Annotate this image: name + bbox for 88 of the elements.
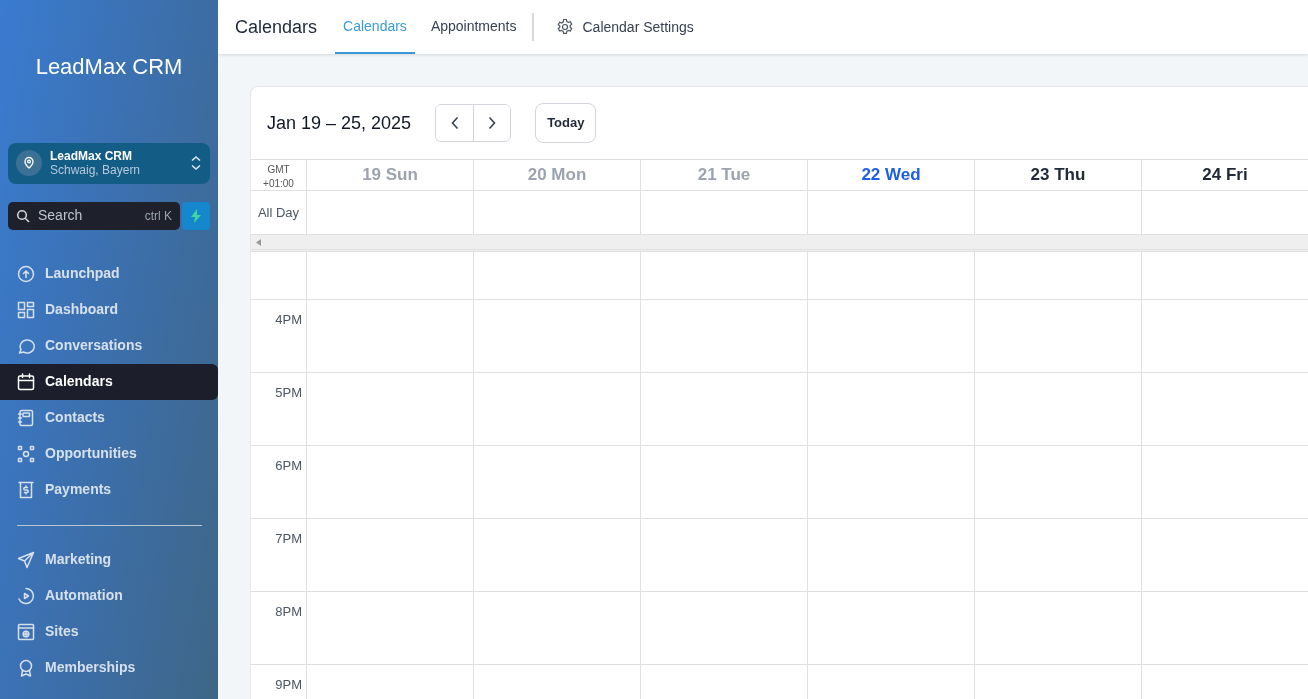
day-header: 22 Wed (808, 159, 975, 191)
day-header: 24 Fri (1142, 159, 1308, 191)
sidebar-item[interactable]: Dashboard (0, 291, 218, 328)
time-slot[interactable] (474, 252, 641, 300)
time-slot[interactable] (641, 373, 808, 446)
sidebar-item[interactable]: Conversations (0, 327, 218, 364)
hour-label: 7PM (251, 519, 307, 592)
hour-label: 5PM (251, 373, 307, 446)
today-button[interactable]: Today (535, 103, 597, 143)
shortcut-hint: ctrl K (144, 207, 172, 225)
lightning-bolt-icon (191, 208, 201, 223)
location-address: Schwaig, Bayern (50, 163, 142, 178)
paper-plane-icon (17, 550, 35, 569)
time-slot[interactable] (474, 446, 641, 519)
time-slot[interactable] (474, 519, 641, 592)
ribbon-icon (17, 658, 35, 677)
time-slot[interactable] (808, 373, 975, 446)
time-slot[interactable] (307, 300, 474, 373)
sidebar-item[interactable]: Automation (0, 577, 218, 614)
quick-action-button[interactable] (182, 201, 210, 230)
time-slot[interactable] (641, 252, 808, 300)
day-header: 19 Sun (307, 159, 474, 191)
hour-label: 9PM (251, 665, 307, 699)
time-slot[interactable] (975, 252, 1142, 300)
tab[interactable]: Calendars (335, 0, 415, 54)
time-slot[interactable] (474, 373, 641, 446)
time-slot[interactable] (808, 592, 975, 665)
upload-circle-icon (17, 264, 35, 283)
chevron-right-icon (488, 116, 497, 130)
hour-label: 8PM (251, 592, 307, 665)
time-slot[interactable] (474, 300, 641, 373)
time-slot[interactable] (307, 446, 474, 519)
time-slot[interactable] (975, 519, 1142, 592)
chevron-up-down-icon (190, 155, 202, 172)
time-slot[interactable] (975, 592, 1142, 665)
calendar-icon (17, 372, 35, 391)
tab[interactable]: Appointments (422, 0, 525, 54)
date-range: Jan 19 – 25, 2025 (267, 111, 412, 135)
time-slot[interactable] (641, 446, 808, 519)
address-book-icon (17, 408, 35, 427)
sidebar-item[interactable]: Memberships (0, 649, 218, 686)
time-slot[interactable] (641, 519, 808, 592)
settings-link[interactable]: Calendar Settings (550, 15, 700, 39)
hour-label: 6PM (251, 446, 307, 519)
sidebar-item[interactable]: Calendars (0, 363, 218, 400)
search-box[interactable]: Search ctrl K (8, 201, 180, 230)
invoice-icon (17, 480, 35, 499)
time-slot[interactable] (808, 252, 975, 300)
time-slot[interactable] (307, 252, 474, 300)
day-header: 20 Mon (474, 159, 641, 191)
sidebar-item[interactable]: Payments (0, 471, 218, 508)
hour-label: 4PM (251, 300, 307, 373)
next-button[interactable] (473, 105, 511, 141)
location-switcher[interactable]: LeadMax CRM Schwaig, Bayern (8, 143, 210, 184)
timezone-label: GMT +01:00 (251, 159, 307, 191)
sidebar-item[interactable]: Marketing (0, 541, 218, 578)
sidebar-item[interactable]: Opportunities (0, 435, 218, 472)
brand-name: LeadMax CRM (34, 53, 184, 81)
time-slot[interactable] (641, 592, 808, 665)
time-slot[interactable] (307, 592, 474, 665)
time-slot[interactable] (307, 519, 474, 592)
browser-icon (17, 622, 35, 641)
day-header: 23 Thu (975, 159, 1142, 191)
sidebar-item[interactable]: Contacts (0, 399, 218, 436)
location-pin-icon (22, 156, 36, 171)
day-header: 21 Tue (641, 159, 808, 191)
location-name: LeadMax CRM (50, 149, 133, 164)
chevron-left-icon (450, 116, 459, 130)
page-title: Calendars (235, 15, 318, 39)
nodes-icon (17, 444, 35, 463)
time-slot[interactable] (808, 519, 975, 592)
time-slot[interactable] (474, 592, 641, 665)
sidebar-item[interactable]: Launchpad (0, 255, 218, 292)
time-slot[interactable] (641, 300, 808, 373)
settings-icon (556, 18, 575, 36)
search-input[interactable]: Search (36, 204, 126, 228)
chat-bubble-icon (17, 336, 35, 355)
search-icon (16, 208, 30, 223)
time-slot[interactable] (808, 446, 975, 519)
sidebar-item[interactable]: Sites (0, 613, 218, 650)
time-slot[interactable] (808, 300, 975, 373)
scroll-left-arrow-icon (256, 238, 261, 246)
play-circle-icon (17, 586, 35, 605)
time-slot[interactable] (975, 446, 1142, 519)
time-slot[interactable] (307, 373, 474, 446)
time-slot[interactable] (975, 300, 1142, 373)
grid-icon (17, 300, 35, 319)
time-slot[interactable] (975, 373, 1142, 446)
